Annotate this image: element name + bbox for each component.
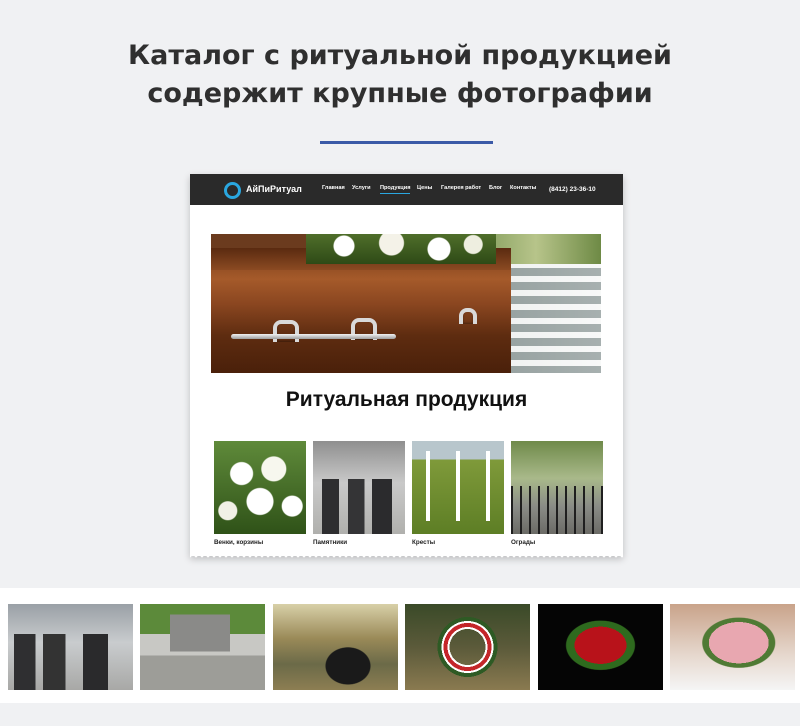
grave-headstone-photo[interactable] xyxy=(140,604,265,690)
category-card[interactable]: Памятники xyxy=(313,441,405,556)
site-navbar: АйПиРитуал Главная Услуги Продукция Цены… xyxy=(190,174,623,205)
category-card[interactable]: Ограды xyxy=(511,441,603,556)
category-label[interactable]: Ограды xyxy=(511,539,535,546)
nav-item-contacts[interactable]: Контакты xyxy=(510,185,536,191)
category-label[interactable]: Венки, корзины xyxy=(214,539,263,546)
coffin-handle xyxy=(459,308,477,324)
crosses-photo[interactable] xyxy=(412,441,504,534)
headline-line-2: содержит крупные фотографии xyxy=(147,78,653,109)
lilies-photo[interactable] xyxy=(214,441,306,534)
category-card[interactable]: Кресты xyxy=(412,441,504,556)
website-mockup: АйПиРитуал Главная Услуги Продукция Цены… xyxy=(190,174,623,556)
category-label[interactable]: Памятники xyxy=(313,539,347,546)
nav-item-services[interactable]: Услуги xyxy=(352,185,371,191)
red-roses-wreath-photo[interactable] xyxy=(538,604,663,690)
fences-photo[interactable] xyxy=(511,441,603,534)
nav-item-products[interactable]: Продукция xyxy=(380,185,411,194)
headline-line-1: Каталог с ритуальной продукцией xyxy=(128,40,672,71)
category-card[interactable]: Венки, корзины xyxy=(214,441,306,556)
category-label[interactable]: Кресты xyxy=(412,539,435,546)
site-logo-text[interactable]: АйПиРитуал xyxy=(246,184,302,194)
hero-image xyxy=(211,234,601,373)
nav-item-prices[interactable]: Цены xyxy=(417,185,432,191)
gallery-strip xyxy=(0,588,800,703)
funeral-wreath-photo[interactable] xyxy=(405,604,530,690)
nav-item-gallery[interactable]: Галерея работ xyxy=(441,185,481,191)
cemetery-monuments-photo[interactable] xyxy=(8,604,133,690)
torn-paper-edge xyxy=(190,552,623,558)
headline-underline xyxy=(320,141,493,144)
black-headstone-photo[interactable] xyxy=(273,604,398,690)
nav-item-blog[interactable]: Блог xyxy=(489,185,502,191)
logo-ring-icon[interactable] xyxy=(224,182,241,199)
coffin-rail xyxy=(231,334,396,339)
pink-flowers-photo[interactable] xyxy=(670,604,795,690)
monuments-photo[interactable] xyxy=(313,441,405,534)
phone-number[interactable]: (8412) 23-36-10 xyxy=(549,186,596,193)
nav-item-main[interactable]: Главная xyxy=(322,185,345,191)
lilies-bouquet xyxy=(306,234,496,264)
section-heading: Ритуальная продукция xyxy=(285,388,528,411)
page-headline: Каталог с ритуальной продукцией содержит… xyxy=(0,37,800,113)
